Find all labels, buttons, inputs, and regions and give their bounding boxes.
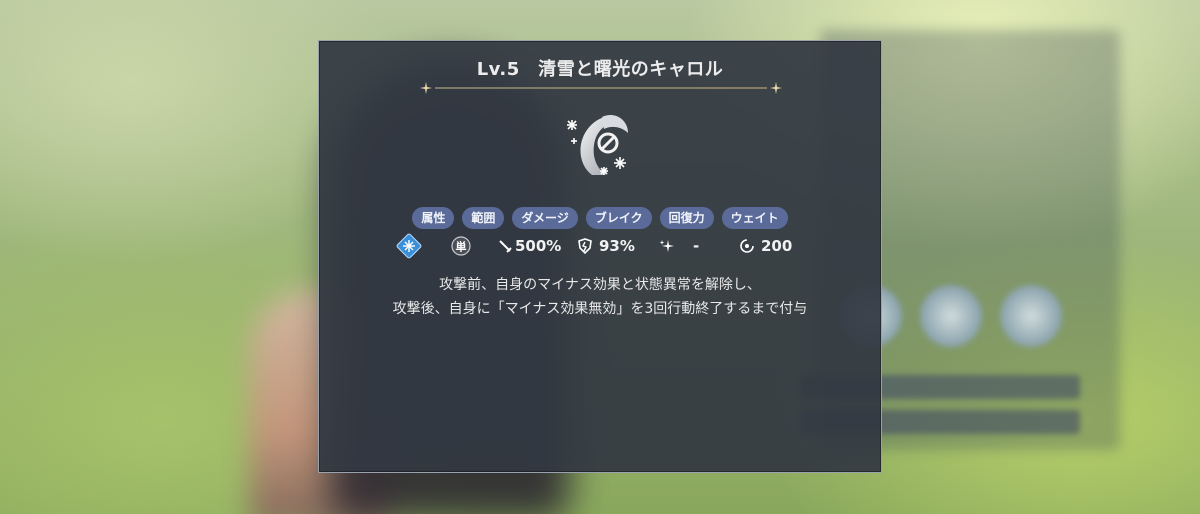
- title-divider: [435, 87, 767, 89]
- sword-icon: [499, 240, 512, 253]
- skill-description: 攻撃前、自身のマイナス効果と状態異常を解除し、 攻撃後、自身に「マイナス効果無効…: [319, 273, 881, 321]
- recovery-number: -: [693, 237, 700, 255]
- break-number: 93%: [599, 237, 635, 255]
- range-value: 単: [450, 233, 472, 259]
- tag-damage: ダメージ: [512, 207, 578, 229]
- snowflake-staff-icon: [567, 114, 628, 175]
- tag-attribute: 属性: [412, 207, 455, 229]
- tag-wait: ウェイト: [721, 207, 788, 229]
- description-line-1: 攻撃前、自身のマイナス効果と状態異常を解除し、: [439, 277, 761, 293]
- tag-recovery: 回復力: [659, 207, 714, 229]
- wait-value: 200: [739, 233, 792, 259]
- range-glyph: 単: [456, 240, 467, 254]
- attribute-value: [396, 233, 422, 259]
- skill-attribute-tags: 属性 範囲 ダメージ ブレイク 回復力 ウェイト: [319, 207, 881, 229]
- tag-range: 範囲: [462, 207, 505, 229]
- skill-stat-values: 単 500% 93% - 200: [319, 233, 881, 259]
- skill-detail-dialog: Lv.5 清雪と曙光のキャロル 属性 範囲 ダメージ ブレイク 回復力 ウェイト…: [318, 40, 882, 473]
- divider-star-left-icon: [420, 82, 432, 94]
- divider-star-right-icon: [770, 82, 782, 94]
- background-skill-orb: [920, 285, 982, 347]
- hourglass-wait-icon: [740, 239, 754, 253]
- damage-number: 500%: [515, 237, 562, 255]
- single-target-icon: 単: [451, 236, 471, 256]
- damage-value: 500%: [497, 233, 561, 259]
- tag-break: ブレイク: [585, 207, 652, 229]
- recovery-value: -: [659, 233, 699, 259]
- sparkle-heal-icon: [659, 240, 674, 252]
- ice-element-icon: [396, 233, 422, 259]
- break-value: 93%: [577, 233, 635, 259]
- wait-number: 200: [761, 237, 793, 255]
- break-shield-icon: [578, 238, 592, 254]
- skill-title: Lv.5 清雪と曙光のキャロル: [476, 59, 724, 80]
- description-line-2: 攻撃後、自身に「マイナス効果無効」を3回行動終了するまで付与: [392, 301, 808, 317]
- background-skill-orb: [1000, 285, 1062, 347]
